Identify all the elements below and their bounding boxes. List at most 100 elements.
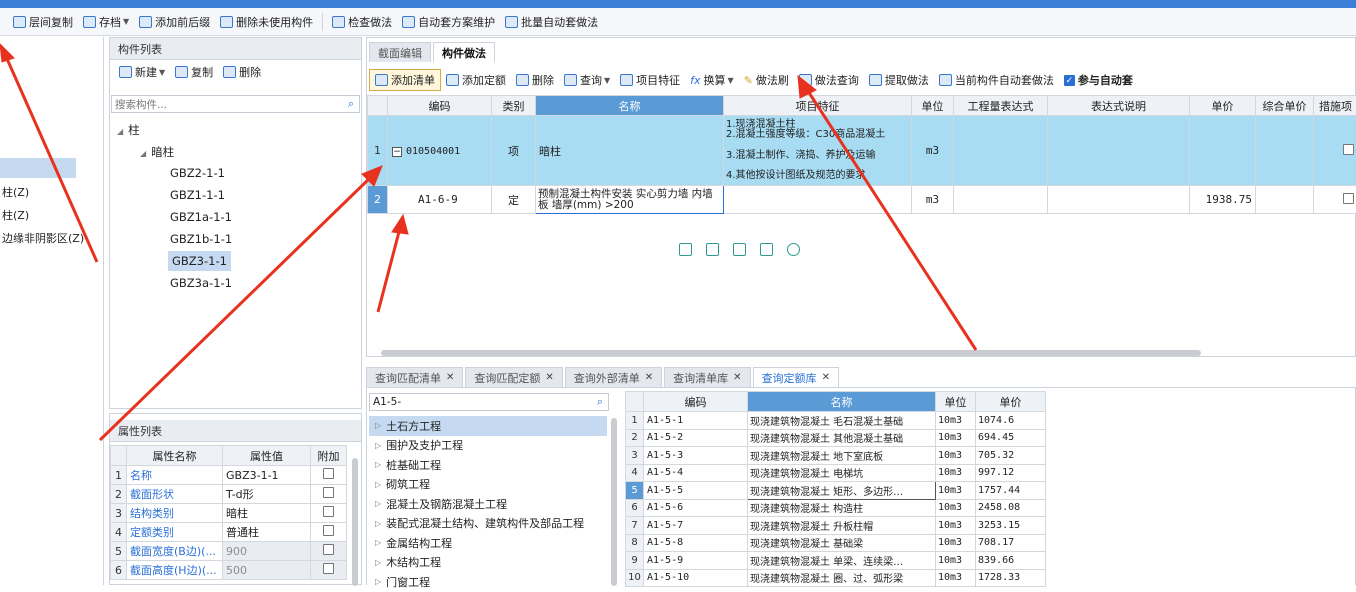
property-value[interactable]: 500 (223, 561, 311, 580)
delete-method-button[interactable]: 删除 (511, 69, 559, 91)
quota-row[interactable]: 1A1-5-1现浇建筑物混凝土 毛石混凝土基础10m31074.6 (626, 412, 1046, 430)
property-extra-checkbox[interactable] (323, 525, 334, 536)
left-item-2[interactable]: 柱(Z) (2, 207, 29, 223)
join-auto-checkbox[interactable]: ✓参与自动套 (1059, 69, 1138, 91)
add-prefix-suffix-button[interactable]: 添加前后缀 (134, 11, 215, 33)
property-scrollbar[interactable] (352, 458, 358, 586)
property-extra-checkbox[interactable] (323, 544, 334, 555)
property-row[interactable]: 4定额类别普通柱 (111, 523, 347, 542)
fit-icon[interactable] (679, 243, 692, 256)
property-value[interactable]: T-d形 (223, 485, 311, 504)
tab-query-match-list[interactable]: 查询匹配清单✕ (366, 367, 463, 387)
quota-row[interactable]: 2A1-5-2现浇建筑物混凝土 其他混凝土基础10m3694.45 (626, 429, 1046, 447)
method-row-quota[interactable]: 2 A1-6-9 定 预制混凝土构件安装 实心剪力墙 内墙板 墙厚(mm) >2… (368, 186, 1356, 214)
left-item-1[interactable]: 柱(Z) (2, 184, 29, 200)
archive-button[interactable]: 存档▼ (78, 11, 134, 33)
quota-row[interactable]: 3A1-5-3现浇建筑物混凝土 地下室底板10m3705.32 (626, 447, 1046, 465)
expand-icon[interactable] (706, 243, 719, 256)
settings-icon[interactable] (787, 243, 800, 256)
collapse-row-icon[interactable]: − (392, 147, 402, 157)
close-icon[interactable]: ✕ (822, 372, 830, 383)
quota-row[interactable]: 6A1-5-6现浇建筑物混凝土 构造柱10m32458.08 (626, 499, 1046, 517)
category-item[interactable]: ▷砌筑工程 (375, 475, 607, 495)
tab-query-external-list[interactable]: 查询外部清单✕ (565, 367, 662, 387)
item-feature-button[interactable]: 项目特征 (615, 69, 685, 91)
add-list-button[interactable]: 添加清单 (369, 69, 441, 91)
tab-component-method[interactable]: 构件做法 (433, 42, 495, 62)
copy-component-button[interactable]: 复制 (170, 61, 218, 83)
query-button[interactable]: 查询▼ (559, 69, 615, 91)
delete-component-button[interactable]: 删除 (218, 61, 266, 83)
measure-checkbox[interactable] (1343, 144, 1354, 155)
property-value[interactable]: 暗柱 (223, 504, 311, 523)
quota-name-header[interactable]: 名称 (748, 392, 936, 412)
measure-checkbox[interactable] (1343, 193, 1354, 204)
property-value[interactable]: 900 (223, 542, 311, 561)
property-extra-checkbox[interactable] (323, 487, 334, 498)
convert-button[interactable]: fx换算▼ (685, 69, 739, 91)
category-scrollbar[interactable] (611, 418, 617, 586)
left-selected-item[interactable] (0, 158, 76, 178)
method-brush-button[interactable]: ✎做法刷 (739, 69, 794, 91)
auto-scheme-button[interactable]: 自动套方案维护 (397, 11, 500, 33)
component-search-input[interactable]: 搜索构件... ⌕ (111, 95, 360, 113)
quota-search-input[interactable]: A1-5- ⌕ (369, 393, 609, 411)
category-item[interactable]: ▷混凝土及钢筋混凝土工程 (375, 494, 607, 514)
category-item[interactable]: ▷桩基础工程 (375, 455, 607, 475)
search-icon[interactable]: ⌕ (597, 395, 603, 409)
method-row-list[interactable]: 1 −010504001 项 暗柱 1.现浇混凝土柱 2.混凝土强度等级：C30… (368, 116, 1356, 186)
property-row[interactable]: 6截面高度(H边)(...500 (111, 561, 347, 580)
close-icon[interactable]: ✕ (446, 372, 454, 383)
quota-row[interactable]: 5A1-5-5现浇建筑物混凝土 矩形、多边形…10m31757.44 (626, 482, 1046, 500)
category-item[interactable]: ▷木结构工程 (375, 553, 607, 573)
quota-row[interactable]: 9A1-5-9现浇建筑物混凝土 单梁、连续梁…10m3839.66 (626, 552, 1046, 570)
close-icon[interactable]: ✕ (545, 372, 553, 383)
name-header[interactable]: 名称 (536, 96, 724, 116)
tree-item[interactable]: GBZ3a-1-1 (170, 276, 232, 290)
batch-auto-method-button[interactable]: 批量自动套做法 (500, 11, 603, 33)
category-item[interactable]: ▷金属结构工程 (375, 533, 607, 553)
method-query-button[interactable]: 做法查询 (794, 69, 864, 91)
tree-item[interactable]: GBZ1-1-1 (170, 188, 225, 202)
left-item-3[interactable]: 边缘非阴影区(Z) (2, 230, 84, 246)
check-method-button[interactable]: 检查做法 (327, 11, 397, 33)
category-item-selected[interactable]: ▷土石方工程 (369, 416, 607, 436)
property-row[interactable]: 2截面形状T-d形 (111, 485, 347, 504)
tab-section-edit[interactable]: 截面编辑 (369, 42, 431, 62)
quota-row[interactable]: 10A1-5-10现浇建筑物混凝土 圈、过、弧形梁10m31728.33 (626, 569, 1046, 587)
method-horizontal-scrollbar[interactable] (381, 350, 1201, 356)
tree-item[interactable]: GBZ2-1-1 (170, 166, 225, 180)
category-item[interactable]: ▷门窗工程 (375, 572, 607, 592)
quota-row[interactable]: 4A1-5-4现浇建筑物混凝土 电梯坑10m3997.12 (626, 464, 1046, 482)
extract-method-button[interactable]: 提取做法 (864, 69, 934, 91)
tab-query-match-quota[interactable]: 查询匹配定额✕ (465, 367, 562, 387)
tab-query-quota-library[interactable]: 查询定额库✕ (753, 367, 839, 387)
current-auto-method-button[interactable]: 当前构件自动套做法 (934, 69, 1059, 91)
property-row[interactable]: 3结构类别暗柱 (111, 504, 347, 523)
tree-item[interactable]: GBZ1b-1-1 (170, 232, 232, 246)
quota-row[interactable]: 7A1-5-7现浇建筑物混凝土 升板柱帽10m33253.15 (626, 517, 1046, 535)
delete-unused-button[interactable]: 删除未使用构件 (215, 11, 318, 33)
quota-row[interactable]: 8A1-5-8现浇建筑物混凝土 基础梁10m3708.17 (626, 534, 1046, 552)
property-extra-checkbox[interactable] (323, 506, 334, 517)
property-row[interactable]: 1名称GBZ3-1-1 (111, 466, 347, 485)
property-value[interactable]: GBZ3-1-1 (223, 466, 311, 485)
tree-child-anzhu[interactable]: ◢暗柱 (140, 144, 174, 160)
tree-root[interactable]: ◢柱 (117, 122, 140, 138)
category-item[interactable]: ▷装配式混凝土结构、建筑构件及部品工程 (375, 514, 607, 534)
tree-item[interactable]: GBZ1a-1-1 (170, 210, 232, 224)
property-row[interactable]: 5截面宽度(B边)(...900 (111, 542, 347, 561)
new-component-button[interactable]: 新建▼ (114, 61, 170, 83)
property-value[interactable]: 普通柱 (223, 523, 311, 542)
close-icon[interactable]: ✕ (645, 372, 653, 383)
tree-item-selected[interactable]: GBZ3-1-1 (168, 251, 231, 271)
category-item[interactable]: ▷围护及支护工程 (375, 436, 607, 456)
quota-name-cell[interactable]: 预制混凝土构件安装 实心剪力墙 内墙板 墙厚(mm) >200 (536, 186, 724, 214)
tab-query-list-library[interactable]: 查询清单库✕ (664, 367, 750, 387)
property-extra-checkbox[interactable] (323, 563, 334, 574)
close-icon[interactable]: ✕ (733, 372, 741, 383)
add-quota-button[interactable]: 添加定额 (441, 69, 511, 91)
export-icon[interactable] (760, 243, 773, 256)
floor-copy-button[interactable]: 层间复制 (8, 11, 78, 33)
save-icon[interactable] (733, 243, 746, 256)
